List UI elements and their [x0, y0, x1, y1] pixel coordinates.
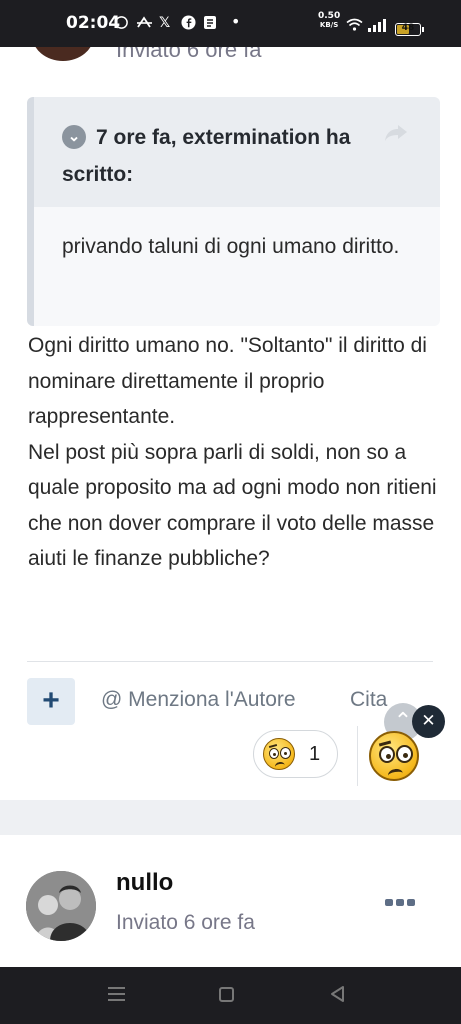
back-button[interactable] [329, 985, 345, 1003]
battery-level: 48 [401, 23, 415, 33]
quote-button[interactable]: Cita [350, 688, 387, 712]
dot-icon: • [231, 12, 241, 31]
quote-title-text: 7 ore fa, extermination ha scritto: [62, 126, 351, 186]
whatsapp-icon [114, 15, 129, 34]
reaction-badge[interactable]: 1 [253, 730, 338, 778]
close-button[interactable]: ✕ [412, 705, 445, 738]
x-icon: 𝕏 [159, 15, 171, 31]
home-button[interactable] [219, 987, 234, 1002]
post-paragraph: Ogni diritto umano no. "Soltanto" il dir… [28, 334, 427, 428]
net-speed-value: 0.50 [318, 11, 341, 21]
net-speed-unit: KB/S [319, 21, 339, 29]
recent-apps-button[interactable] [108, 987, 125, 1001]
quote-header: ⌄ 7 ore fa, extermination ha scritto: [34, 97, 440, 207]
more-options-button[interactable] [381, 889, 421, 915]
author-name[interactable]: nullo [116, 869, 173, 897]
reaction-picker-button[interactable] [369, 731, 419, 782]
net-speed: 0.50 KB/S [318, 12, 340, 30]
quote-text: privando taluni di ogni umano diritto. [62, 235, 400, 258]
status-bar: 02:04 𝕏 • 0.50 KB/S 48 [0, 0, 461, 47]
quote-block: ⌄ 7 ore fa, extermination ha scritto: pri… [27, 97, 440, 326]
divider [357, 726, 358, 786]
confused-face-icon [263, 738, 295, 771]
post-timestamp: Inviato 6 ore fa [116, 911, 255, 934]
add-button[interactable]: + [27, 678, 75, 725]
reaction-count: 1 [309, 743, 321, 765]
battery-icon: 48 [395, 23, 424, 36]
wifi-icon [346, 18, 363, 35]
facebook-icon [181, 15, 196, 34]
forum-thread[interactable]: Inviato 6 ore fa ⌄ 7 ore fa, exterminatio… [0, 47, 461, 967]
avatar[interactable] [32, 47, 94, 61]
post-separator [0, 800, 461, 835]
chevron-up-icon: ⌃ [393, 708, 413, 733]
signal-icon [367, 19, 387, 37]
share-icon[interactable] [384, 121, 408, 149]
post-paragraph: Nel post più sopra parli di soldi, non s… [28, 440, 437, 571]
navigation-bar [0, 967, 461, 1024]
game-icon [136, 15, 153, 34]
divider [27, 661, 433, 662]
mention-author-button[interactable]: @ Menziona l'Autore [101, 688, 296, 712]
quote-title[interactable]: ⌄ 7 ore fa, extermination ha scritto: [62, 119, 392, 193]
post-timestamp: Inviato 6 ore fa [116, 47, 262, 62]
post-content: Ogni diritto umano no. "Soltanto" il dir… [28, 328, 438, 577]
avatar[interactable] [26, 871, 96, 941]
news-icon [203, 15, 217, 34]
status-time: 02:04 [66, 13, 121, 33]
chevron-down-icon[interactable]: ⌄ [62, 125, 86, 149]
